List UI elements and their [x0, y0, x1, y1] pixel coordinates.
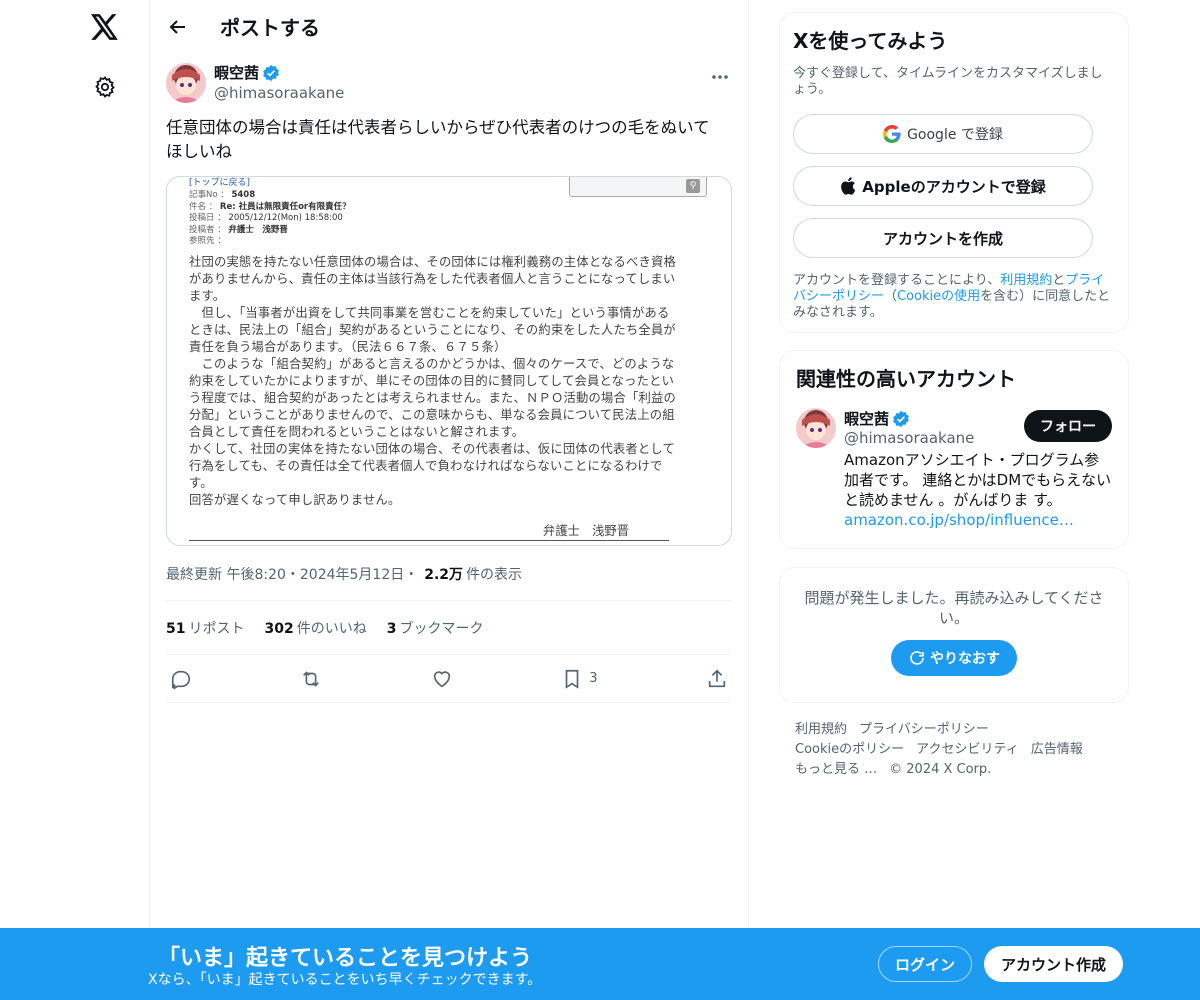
post-image[interactable]: [トップに戻る] ⚲ 記事No ： 5408 件名 ： Re: 社員は無限責任o… — [166, 176, 732, 546]
footer-cookie-link[interactable]: Cookieのポリシー — [795, 742, 904, 757]
doc-body: 社団の実態を持たない任意団体の場合は、その団体には権利義務の主体となるべき資格 … — [189, 254, 677, 507]
follow-button[interactable]: フォロー — [1024, 410, 1112, 442]
doc-meta-row: 投稿者 ： 弁護士 浅野晋 — [189, 224, 288, 235]
footer-terms-link[interactable]: 利用規約 — [795, 722, 847, 737]
x-logo-icon[interactable] — [88, 10, 122, 44]
retry-button[interactable]: やりなおす — [891, 640, 1017, 676]
footer-more-link[interactable]: もっと見る … — [795, 762, 877, 777]
signup-subtitle: 今すぐ登録して、タイムラインをカスタマイズしましょう。 — [793, 66, 1103, 97]
error-card: 問題が発生しました。再読み込みしてください。 やりなおす — [779, 567, 1129, 703]
related-accounts-card: 関連性の高いアカウント 暇空茜 @himasoraakane Amazonアソシ… — [779, 350, 1129, 549]
back-arrow-icon[interactable] — [166, 15, 190, 39]
verified-badge-icon — [262, 64, 280, 82]
related-user-bio: Amazonアソシエイト・プログラム参加者です。 連絡とかはDMでもらえないと読… — [844, 451, 1112, 529]
bookmark-count: 3 — [589, 671, 598, 686]
post-timestamp[interactable]: 最終更新 午後8:20・2024年5月12日・ — [166, 564, 418, 584]
doc-meta-row: 参照先 ： — [189, 236, 226, 246]
doc-meta-row: 投稿日 ： 2005/12/12(Mon) 18:58:00 — [189, 213, 343, 223]
footer-ads-link[interactable]: 広告情報 — [1031, 742, 1083, 757]
bottom-bar-title: 「いま」起きていることを見つけよう — [158, 946, 533, 971]
signup-title: Xを使ってみよう — [793, 29, 948, 53]
share-icon[interactable] — [706, 668, 728, 690]
divider — [166, 702, 732, 703]
main-column: ポストする 暇空茜 @himasoraakane 任意団体の場合は責任は代表者ら… — [149, 0, 749, 1000]
cookie-link[interactable]: Cookieの使用 — [897, 289, 980, 304]
footer-links: 利用規約 プライバシーポリシー Cookieのポリシー アクセシビリティ 広告情報 も… — [795, 720, 1115, 780]
search-icon: ⚲ — [686, 179, 700, 193]
refresh-icon — [908, 649, 926, 667]
document-screenshot: [トップに戻る] ⚲ 記事No ： 5408 件名 ： Re: 社員は無限責任o… — [189, 177, 709, 545]
related-user-name[interactable]: 暇空茜 — [844, 408, 889, 429]
author-name[interactable]: 暇空茜 — [214, 63, 259, 83]
avatar[interactable] — [166, 63, 206, 103]
post: 暇空茜 @himasoraakane 任意団体の場合は責任は代表者らしいからぜひ… — [150, 63, 748, 703]
post-text: 任意団体の場合は責任は代表者らしいからぜひ代表者のけつの毛をぬいて ほしいね — [166, 118, 710, 161]
signup-card: Xを使ってみよう 今すぐ登録して、タイムラインをカスタマイズしましょう。 Goo… — [779, 12, 1129, 333]
more-options-icon[interactable] — [708, 65, 732, 89]
login-button[interactable]: ログイン — [878, 946, 972, 982]
doc-divider — [189, 540, 669, 541]
post-meta: 最終更新 午後8:20・2024年5月12日・ 2.2万 件の表示 — [166, 564, 732, 584]
post-author: 暇空茜 @himasoraakane — [166, 63, 732, 103]
doc-signature: 弁護士 浅野晋 — [542, 524, 629, 538]
bottom-bar-subtitle: Xなら、「いま」起きていることをいち早くチェックできます。 — [148, 972, 542, 988]
reposts-stat[interactable]: 51 リポスト — [166, 618, 244, 638]
views-label: 件の表示 — [466, 567, 523, 583]
related-user[interactable]: 暇空茜 @himasoraakane Amazonアソシエイト・プログラム参加者… — [796, 408, 1112, 530]
like-icon[interactable] — [431, 668, 453, 690]
bottom-signup-bar: 「いま」起きていることを見つけよう Xなら、「いま」起きていることをいち早くチェ… — [0, 928, 1200, 1000]
likes-stat[interactable]: 302 件のいいね — [264, 618, 366, 638]
footer-accessibility-link[interactable]: アクセシビリティ — [916, 742, 1019, 757]
gear-icon[interactable] — [88, 70, 122, 104]
bottom-create-account-button[interactable]: アカウント作成 — [984, 946, 1123, 982]
left-rail — [0, 0, 150, 1000]
doc-meta: 記事No ： 5408 件名 ： Re: 社員は無限責任or有限責任？ 投稿日 … — [189, 190, 709, 248]
avatar[interactable] — [796, 408, 836, 448]
apple-signup-button[interactable]: Appleのアカウントで登録 — [793, 166, 1093, 206]
create-account-button[interactable]: アカウントを作成 — [793, 218, 1093, 258]
post-stats: 51 リポスト 302 件のいいね 3 ブックマーク — [166, 601, 732, 654]
apple-icon — [840, 177, 856, 195]
related-title: 関連性の高いアカウント — [796, 367, 1016, 391]
doc-meta-row: 件名 ： Re: 社員は無限責任or有限責任？ — [189, 201, 351, 212]
doc-search-box: ⚲ — [569, 177, 707, 197]
repost-icon[interactable] — [300, 668, 322, 690]
copyright: © 2024 X Corp. — [889, 762, 992, 777]
error-message: 問題が発生しました。再読み込みしてください。 — [804, 589, 1104, 627]
page-title: ポストする — [220, 16, 320, 40]
bookmark-icon — [565, 669, 579, 689]
topbar: ポストする — [150, 0, 748, 53]
action-bar: 3 — [166, 655, 732, 702]
bookmarks-stat[interactable]: 3 ブックマーク — [387, 618, 484, 638]
terms-link[interactable]: 利用規約 — [1000, 273, 1052, 288]
google-signup-button[interactable]: Google で登録 — [793, 114, 1093, 154]
reply-icon[interactable] — [170, 668, 192, 690]
views-count: 2.2万 — [424, 567, 464, 583]
verified-badge-icon — [892, 410, 910, 428]
author-handle[interactable]: @himasoraakane — [214, 83, 344, 103]
bio-link[interactable]: amazon.co.jp/shop/influence… — [844, 511, 1074, 529]
footer-privacy-link[interactable]: プライバシーポリシー — [859, 722, 989, 737]
bookmark-button[interactable]: 3 — [561, 668, 598, 690]
google-icon — [883, 125, 901, 143]
signup-legal: アカウントを登録することにより、利用規約とプライバシーポリシー（Cookieの使… — [793, 273, 1111, 320]
